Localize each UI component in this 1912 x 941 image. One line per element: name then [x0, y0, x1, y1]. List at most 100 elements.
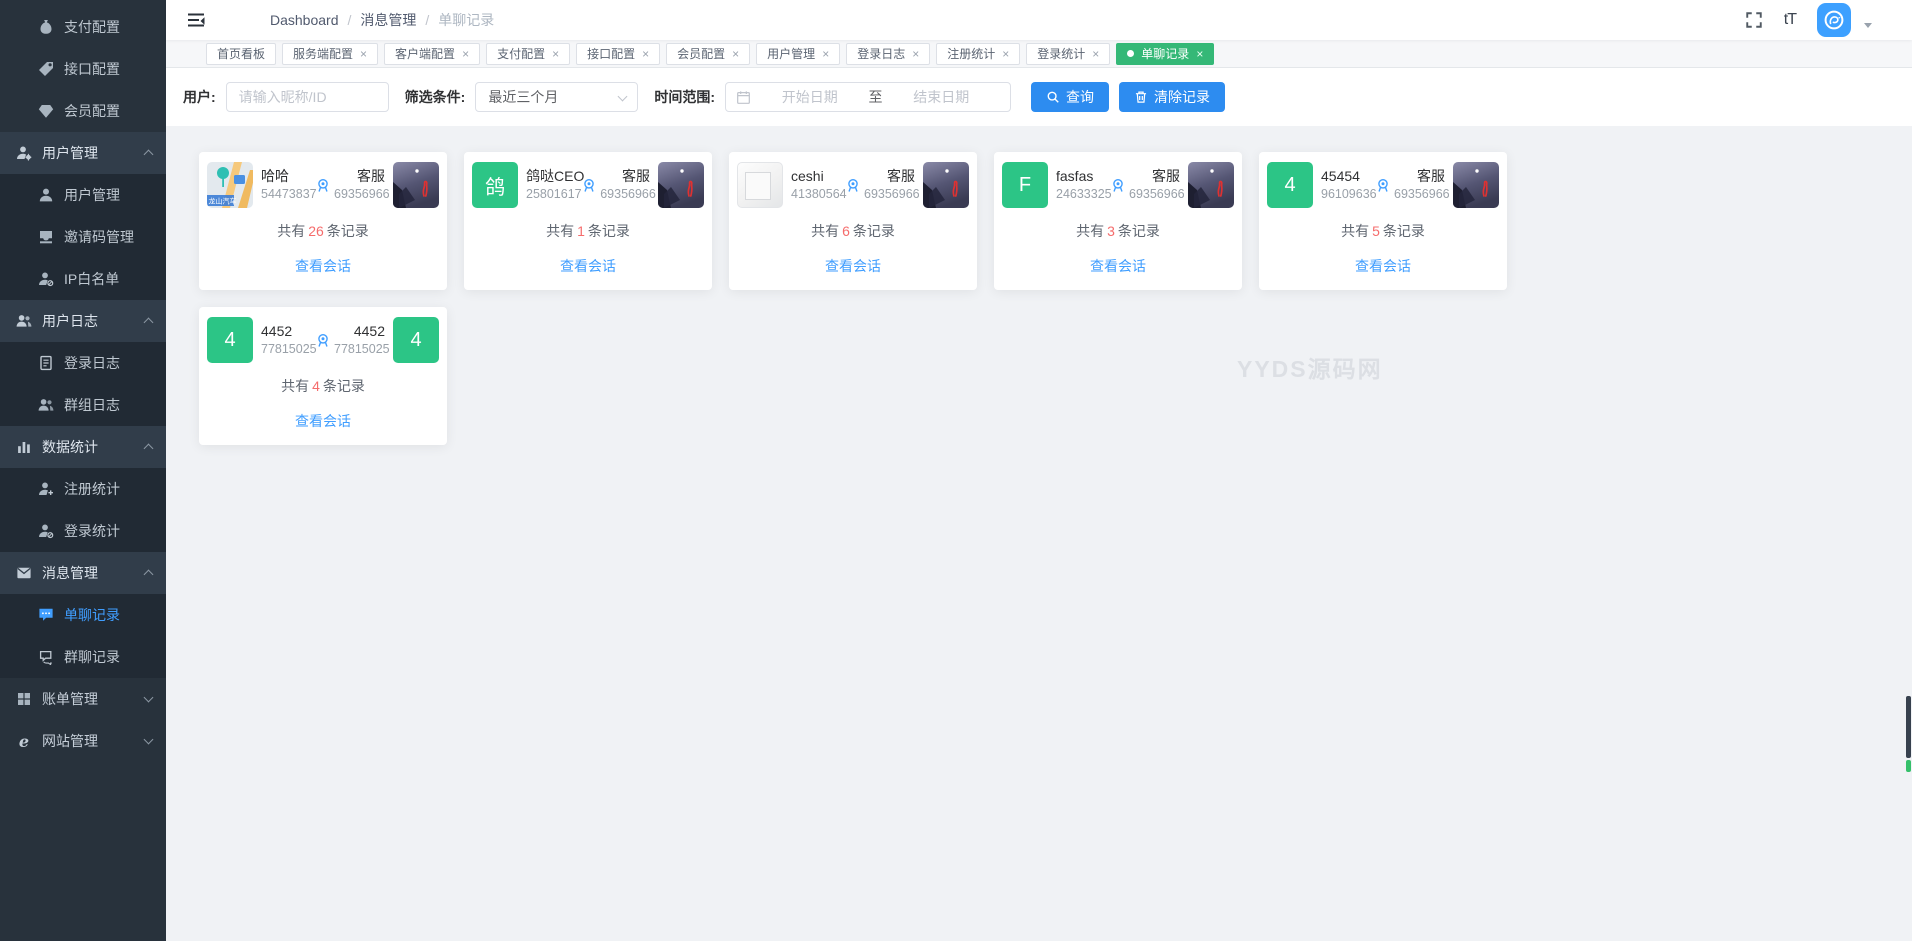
breadcrumb-current: 单聊记录 [438, 10, 494, 30]
record-count: 共有1条记录 [472, 221, 704, 241]
grid-icon [16, 691, 32, 707]
close-icon[interactable]: × [462, 48, 469, 60]
user-avatar-letter: 4 [393, 317, 439, 363]
user-name: 客服 [334, 167, 385, 186]
chevron-up-icon [144, 318, 154, 328]
tab-register-stats[interactable]: 注册统计× [936, 43, 1020, 65]
caret-down-icon[interactable] [1864, 23, 1872, 28]
session-link-icon [315, 332, 331, 348]
user-search-input[interactable] [226, 82, 389, 112]
sidebar-section-billing[interactable]: 账单管理 [0, 678, 166, 720]
sidebar-item-single-chat-records[interactable]: 单聊记录 [0, 594, 166, 636]
user-icon [38, 187, 54, 203]
tab-single-chat-records[interactable]: 单聊记录× [1116, 43, 1214, 65]
sidebar-item-group-chat-records[interactable]: 群聊记录 [0, 636, 166, 678]
scrollbar-marker [1906, 760, 1911, 772]
sidebar-item-register-stats[interactable]: 注册统计 [0, 468, 166, 510]
view-session-link[interactable]: 查看会话 [207, 256, 439, 276]
session-link-icon [845, 177, 861, 193]
user-id: 69356966 [1394, 186, 1445, 203]
sidebar-section-website[interactable]: e网站管理 [0, 720, 166, 762]
date-range-picker[interactable]: 开始日期 至 结束日期 [725, 82, 1011, 112]
sidebar-item-login-stats[interactable]: 登录统计 [0, 510, 166, 552]
sidebar-item-api-config[interactable]: 接口配置 [0, 48, 166, 90]
sidebar-section-user-management[interactable]: 用户管理 [0, 132, 166, 174]
menu-fold-icon[interactable] [186, 10, 206, 30]
close-icon[interactable]: × [912, 48, 919, 60]
sidebar-item-payment-config[interactable]: 支付配置 [0, 6, 166, 48]
topbar-actions: tT [1745, 3, 1912, 37]
tab-client-config[interactable]: 客户端配置× [384, 43, 480, 65]
user-avatar-photo [737, 162, 783, 208]
session-link-icon [315, 177, 331, 193]
chevron-down-icon [144, 693, 154, 703]
user-gear-icon [16, 145, 32, 161]
user-name: 4452 [334, 322, 385, 341]
breadcrumb-separator: / [425, 12, 429, 28]
tab-login-logs[interactable]: 登录日志× [846, 43, 930, 65]
view-session-link[interactable]: 查看会话 [1002, 256, 1234, 276]
user-filter-label: 用户: [183, 87, 216, 107]
tab-user-management[interactable]: 用户管理× [756, 43, 840, 65]
tabs-bar: 首页看板 服务端配置× 客户端配置× 支付配置× 接口配置× 会员配置× 用户管… [166, 40, 1912, 68]
close-icon[interactable]: × [1092, 48, 1099, 60]
user-name: 客服 [600, 167, 650, 186]
sidebar-section-data-stats[interactable]: 数据统计 [0, 426, 166, 468]
tab-login-stats[interactable]: 登录统计× [1026, 43, 1110, 65]
tab-home-board[interactable]: 首页看板 [206, 43, 276, 65]
sidebar-item-login-logs[interactable]: 登录日志 [0, 342, 166, 384]
session-link-icon [1110, 177, 1126, 193]
user-check-icon [38, 523, 54, 539]
sidebar-item-invite-code[interactable]: 邀请码管理 [0, 216, 166, 258]
close-icon[interactable]: × [822, 48, 829, 60]
user-avatar-letter: 4 [207, 317, 253, 363]
close-icon[interactable]: × [1196, 48, 1203, 60]
view-session-link[interactable]: 查看会话 [472, 256, 704, 276]
user-name: 哈哈 [261, 167, 312, 186]
tab-payment-config[interactable]: 支付配置× [486, 43, 570, 65]
breadcrumb-message-management[interactable]: 消息管理 [360, 10, 416, 30]
tab-server-config[interactable]: 服务端配置× [282, 43, 378, 65]
bar-chart-icon [16, 439, 32, 455]
envelope-icon [16, 565, 32, 581]
sidebar-item-ip-whitelist[interactable]: IP白名单 [0, 258, 166, 300]
font-size-icon[interactable]: tT [1784, 11, 1796, 29]
page-scrollbar[interactable] [1905, 0, 1912, 941]
search-button[interactable]: 查询 [1031, 82, 1109, 112]
fullscreen-icon[interactable] [1745, 11, 1763, 29]
view-session-link[interactable]: 查看会话 [207, 411, 439, 431]
group-icon [38, 397, 54, 413]
sidebar: 支付配置 接口配置 会员配置 用户管理 用户管理 邀请码管理 IP白名单 用户日… [0, 0, 166, 941]
record-count: 共有5条记录 [1267, 221, 1499, 241]
breadcrumb: Dashboard / 消息管理 / 单聊记录 [270, 10, 494, 30]
scrollbar-thumb[interactable] [1906, 696, 1911, 758]
tab-member-config[interactable]: 会员配置× [666, 43, 750, 65]
clear-records-button[interactable]: 清除记录 [1119, 82, 1225, 112]
start-date-placeholder[interactable]: 开始日期 [751, 87, 869, 107]
close-icon[interactable]: × [642, 48, 649, 60]
close-icon[interactable]: × [1002, 48, 1009, 60]
view-session-link[interactable]: 查看会话 [1267, 256, 1499, 276]
close-icon[interactable]: × [360, 48, 367, 60]
user-block-icon [38, 271, 54, 287]
sidebar-item-member-config[interactable]: 会员配置 [0, 90, 166, 132]
sidebar-section-message-management[interactable]: 消息管理 [0, 552, 166, 594]
condition-select[interactable]: 最近三个月 [475, 82, 638, 112]
close-icon[interactable]: × [732, 48, 739, 60]
sidebar-item-user-management[interactable]: 用户管理 [0, 174, 166, 216]
user-avatar-photo [923, 162, 969, 208]
pigeon-logo-icon [1821, 7, 1847, 33]
sidebar-item-group-logs[interactable]: 群组日志 [0, 384, 166, 426]
view-session-link[interactable]: 查看会话 [737, 256, 969, 276]
condition-filter-label: 筛选条件: [405, 87, 466, 107]
user-plus-icon [38, 481, 54, 497]
main-area: Dashboard / 消息管理 / 单聊记录 tT [166, 0, 1912, 941]
end-date-placeholder[interactable]: 结束日期 [883, 87, 1001, 107]
breadcrumb-dashboard[interactable]: Dashboard [270, 12, 339, 28]
user-avatar[interactable] [1817, 3, 1851, 37]
tab-api-config[interactable]: 接口配置× [576, 43, 660, 65]
sidebar-section-user-logs[interactable]: 用户日志 [0, 300, 166, 342]
users-icon [16, 313, 32, 329]
close-icon[interactable]: × [552, 48, 559, 60]
user-avatar-letter: 4 [1267, 162, 1313, 208]
